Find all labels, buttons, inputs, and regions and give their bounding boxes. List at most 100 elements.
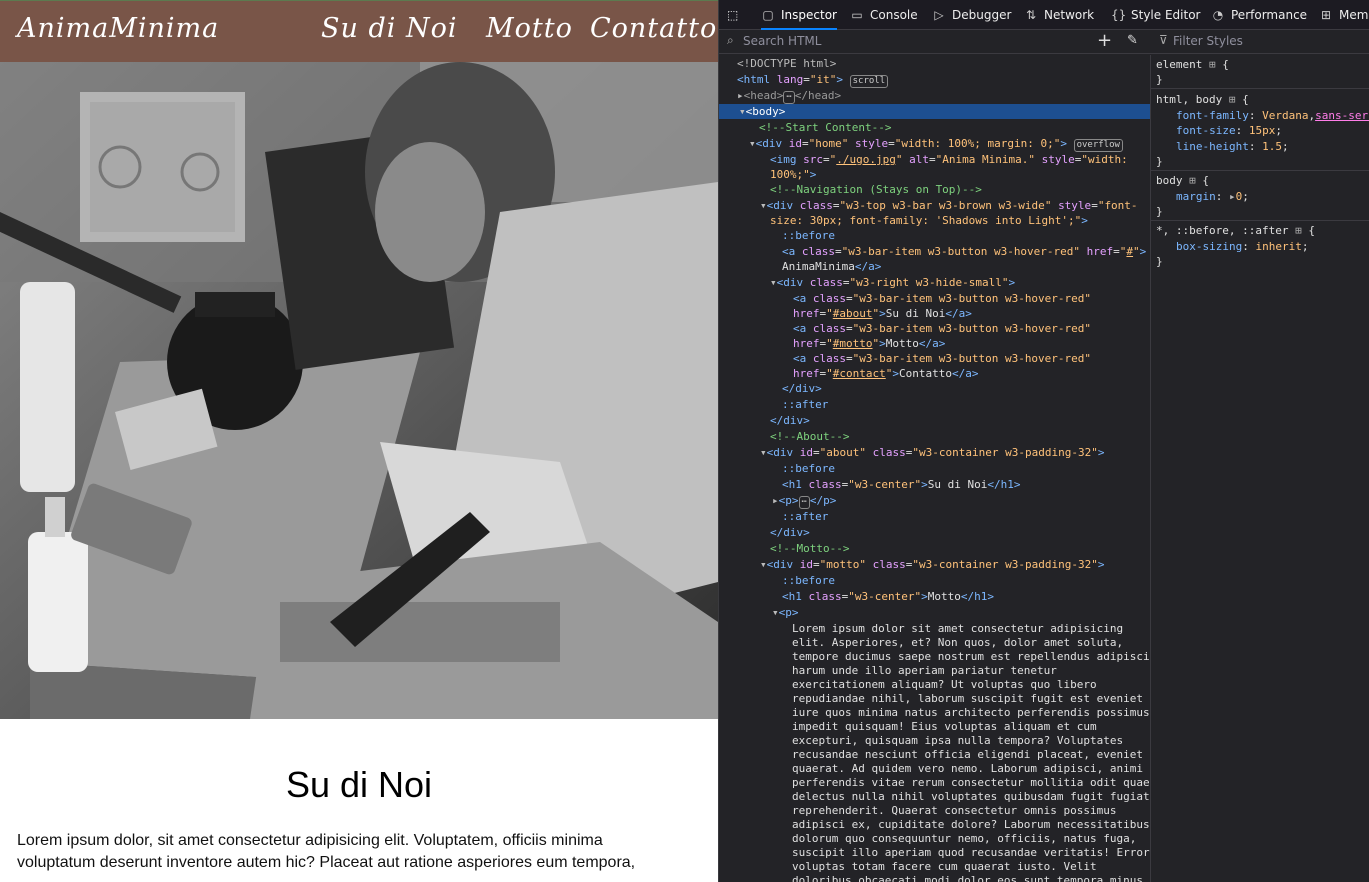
styles-filter-bar[interactable]: ⊽ Filter Styles: [1151, 30, 1369, 54]
about-href-link[interactable]: #about: [833, 307, 873, 320]
tree-node-div-right[interactable]: ▾<div class="w3-right w3-hide-small">: [770, 275, 1015, 290]
tab-performance-label: Performance: [1231, 8, 1308, 22]
tree-node-p-about[interactable]: ▸<p> ⋯ </p>: [772, 493, 836, 509]
tree-node-body-selected[interactable]: ▾<body>: [719, 104, 1150, 119]
rule-body-selector[interactable]: body ⊞ {: [1156, 173, 1209, 188]
decl-font-family[interactable]: font-family: Verdana,sans-serif: [1176, 108, 1369, 123]
tab-network[interactable]: ⇅ Network: [1024, 0, 1094, 30]
nav-link-about[interactable]: Su di Noi: [321, 13, 458, 44]
add-node-button[interactable]: +: [1097, 30, 1112, 51]
tree-close-div-top[interactable]: </div>: [770, 413, 810, 428]
tab-console[interactable]: ▭ Console: [850, 0, 917, 30]
html-search-bar[interactable]: ⌕ Search HTML: [719, 30, 1151, 54]
search-html-input[interactable]: Search HTML: [743, 34, 821, 48]
prop-name: font-size: [1176, 124, 1236, 137]
tab-style-editor[interactable]: {} Style Editor: [1111, 0, 1200, 30]
markup-tree: <!DOCTYPE html> <html lang="it"> scroll …: [719, 55, 1151, 882]
rule-element-selector[interactable]: element ⊞ {: [1156, 57, 1229, 72]
motto-text-line: dolorum quo consequuntur nemo, officiis,…: [792, 832, 1137, 845]
tree-node-img[interactable]: <img src="./ugo.jpg" alt="Anima Minima."…: [770, 152, 1128, 167]
comment-text: <!--Navigation (Stays on Top)-->: [770, 183, 982, 196]
prop-name: line-height: [1176, 140, 1249, 153]
tree-node-doctype[interactable]: <!DOCTYPE html>: [737, 56, 836, 71]
motto-href-link[interactable]: #motto: [833, 337, 873, 350]
selector-text: body: [1156, 174, 1183, 187]
pseudo-before-text: ::before: [782, 462, 835, 475]
about-text-line-2: voluptatum deserunt inventore autem hic?…: [17, 854, 636, 871]
devtools-toolbar: ⬚ ▢ Inspector ▭ Console ▷ Debugger ⇅ Network…: [719, 0, 1369, 30]
tree-pseudo-before-about[interactable]: ::before: [782, 461, 835, 476]
decl-margin[interactable]: margin: ▸0;: [1176, 189, 1249, 204]
nav-brand-link[interactable]: AnimaMinima: [17, 13, 219, 44]
search-icon: ⌕: [727, 33, 734, 47]
img-src-link[interactable]: ./ugo.jpg: [836, 153, 896, 166]
motto-text-line: repudiandae nihil, laborum suscipit fugi…: [792, 692, 1143, 705]
tree-node-h1-motto[interactable]: <h1 class="w3-center">Motto</h1>: [782, 589, 994, 604]
tree-node-div-home[interactable]: ▾<div id="home" style="width: 100%; marg…: [749, 136, 1123, 152]
nav-link-contact[interactable]: Contatto: [590, 13, 717, 44]
tree-pseudo-before[interactable]: ::before: [782, 228, 835, 243]
tree-node-a-contact[interactable]: <a class="w3-bar-item w3-button w3-hover…: [793, 351, 1091, 366]
decl-line-height[interactable]: line-height: 1.5;: [1176, 139, 1289, 154]
tree-comment-motto[interactable]: <!--Motto-->: [770, 541, 849, 556]
console-icon: ▭: [851, 8, 863, 22]
tree-node-p-motto[interactable]: ▾<p>: [772, 605, 799, 620]
element-picker-icon[interactable]: ⬚: [727, 0, 738, 30]
prop-value: inherit: [1255, 240, 1302, 253]
tree-node-a-motto[interactable]: <a class="w3-bar-item w3-button w3-hover…: [793, 321, 1091, 336]
decl-box-sizing[interactable]: box-sizing: inherit;: [1176, 239, 1308, 254]
prop-value: 15px: [1248, 124, 1276, 137]
tree-node-h1-about[interactable]: <h1 class="w3-center">Su di Noi</h1>: [782, 477, 1020, 492]
brand-href-link[interactable]: #: [1126, 245, 1133, 258]
overflow-badge[interactable]: overflow: [1073, 139, 1123, 152]
scroll-badge[interactable]: scroll: [849, 75, 889, 88]
a-class-value: w3-bar-item w3-button w3-hover-red: [859, 292, 1085, 305]
tree-comment-about[interactable]: <!--About-->: [770, 429, 849, 444]
comment-text: <!--Motto-->: [770, 542, 850, 555]
tree-pseudo-after-about[interactable]: ::after: [782, 509, 828, 524]
tree-node-a-brand[interactable]: <a class="w3-bar-item w3-button w3-hover…: [782, 244, 1146, 259]
hero-image: [0, 62, 718, 719]
tree-close-div-right[interactable]: </div>: [782, 381, 822, 396]
rule-universal-selector[interactable]: *, ::before, ::after ⊞ {: [1156, 223, 1315, 238]
tree-node-a-about[interactable]: <a class="w3-bar-item w3-button w3-hover…: [793, 291, 1091, 306]
prop-name: font-family: [1176, 109, 1249, 122]
tree-node-head[interactable]: ▸<head> ⋯ </head>: [737, 88, 841, 104]
doctype-text: <!DOCTYPE html>: [737, 57, 837, 70]
debugger-icon: ▷: [934, 8, 944, 22]
tab-memory-label: Memo: [1339, 8, 1369, 22]
h1-class-value: w3-center: [854, 590, 915, 603]
img-style-value-1: width:: [1087, 153, 1128, 166]
decl-font-size[interactable]: font-size: 15px;: [1176, 123, 1282, 138]
tab-performance[interactable]: ◔ Performance: [1211, 0, 1307, 30]
tree-node-html[interactable]: <html lang="it"> scroll: [737, 72, 889, 88]
filter-icon: ⊽: [1159, 33, 1168, 47]
rule-htmlbody-selector[interactable]: html, body ⊞ {: [1156, 92, 1249, 107]
tab-inspector[interactable]: ▢ Inspector: [761, 0, 837, 30]
prop-value: sans-serif: [1315, 109, 1369, 122]
tab-inspector-label: Inspector: [781, 8, 837, 22]
pseudo-after-text: ::after: [782, 398, 829, 411]
motto-text-line: impedit quisquam! Eius voluptas aliquam …: [792, 720, 1097, 733]
tree-pseudo-after[interactable]: ::after: [782, 397, 828, 412]
tree-comment-start[interactable]: <!--Start Content-->: [759, 120, 891, 135]
hero-photo: [0, 62, 718, 719]
tab-style-editor-label: Style Editor: [1131, 8, 1201, 22]
tree-node-div-motto[interactable]: ▾<div id="motto" class="w3-container w3-…: [760, 557, 1104, 572]
nav-link-motto[interactable]: Motto: [486, 13, 573, 44]
tree-pseudo-before-motto[interactable]: ::before: [782, 573, 835, 588]
tree-node-a-contact-cont: href="#contact">Contatto</a>: [793, 367, 979, 380]
pseudo-after-text: ::after: [782, 510, 829, 523]
tree-node-div-top[interactable]: ▾<div class="w3-top w3-bar w3-brown w3-w…: [760, 198, 1138, 213]
motto-text-line: delectus nulla nihil voluptates quibusda…: [792, 790, 1150, 803]
tree-comment-nav[interactable]: <!--Navigation (Stays on Top)-->: [770, 182, 982, 197]
tab-debugger[interactable]: ▷ Debugger: [932, 0, 1011, 30]
tab-memory[interactable]: ⊞ Memo: [1319, 0, 1369, 30]
contact-href-link[interactable]: #contact: [833, 367, 886, 380]
filter-styles-input[interactable]: Filter Styles: [1173, 34, 1243, 48]
eyedropper-icon[interactable]: ✎: [1127, 33, 1138, 48]
motto-text-line: doloribus obcaecati modi dolor eos sunt …: [792, 874, 1150, 882]
tree-node-div-about[interactable]: ▾<div id="about" class="w3-container w3-…: [760, 445, 1104, 460]
tree-close-div-about[interactable]: </div>: [770, 525, 810, 540]
motto-text-line: Lorem ipsum dolor sit amet consectetur a…: [792, 622, 1124, 635]
